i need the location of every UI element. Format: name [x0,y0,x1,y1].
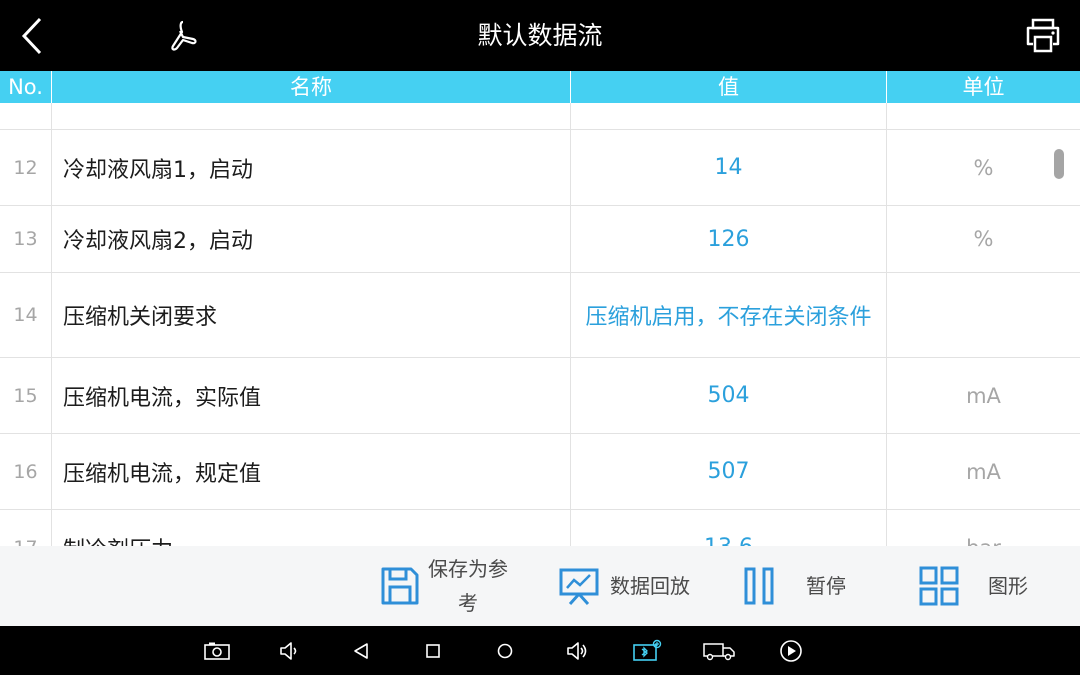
camera-icon [204,642,230,660]
row-number: 17 [0,510,51,547]
back-button[interactable] [8,0,56,71]
row-value: 504 [707,383,750,408]
row-unit: % [973,155,994,180]
row-name: 制冷剂压力 [63,510,563,547]
row-number: 13 [13,228,38,250]
back-triangle-icon [354,642,368,659]
data-replay-button[interactable]: 数据回放 [558,546,698,626]
row-value: 13.6 [571,510,886,546]
table-row[interactable]: 15 压缩机电流，实际值 504 mA [0,358,1080,434]
table-header: No. 名称 值 单位 [0,71,1080,103]
row-unit: % [973,227,994,251]
data-stream-table[interactable]: 12 冷却液风扇1，启动 14 % 13 冷却液风扇2，启动 126 % 14 … [0,103,1080,546]
row-name: 压缩机电流，实际值 [63,385,262,411]
volume-up-button[interactable] [560,626,594,675]
graph-label: 图形 [988,574,1028,598]
square-icon [426,643,440,658]
row-value: 14 [714,155,743,180]
row-unit [887,273,1080,357]
scrollbar-thumb[interactable] [1054,149,1064,179]
floppy-disk-icon [381,567,419,605]
top-bar: 默认数据流 [0,0,1080,71]
grid-icon [919,566,959,606]
circle-icon [497,643,513,658]
table-row[interactable]: 16 压缩机电流，规定值 507 mA [0,434,1080,510]
pdf-button[interactable] [158,0,208,71]
row-number: 16 [13,460,38,483]
save-reference-label: 保存为参考 [428,557,508,615]
row-value: 126 [707,226,750,252]
nav-recents-button[interactable] [416,626,450,675]
table-row[interactable]: 12 冷却液风扇1，启动 14 % [0,130,1080,206]
column-header-name: 名称 [290,75,332,99]
vci-connection-button[interactable] [630,626,664,675]
table-row[interactable]: 17 制冷剂压力 13.6 bar [0,510,1080,546]
chevron-left-icon [21,17,42,54]
bluetooth-vci-icon [633,639,662,661]
data-replay-label: 数据回放 [610,574,690,598]
row-number [0,103,51,129]
vehicle-button[interactable] [702,626,736,675]
pause-button[interactable]: 暂停 [742,546,862,626]
row-number: 12 [13,156,38,179]
system-navigation-bar [0,626,1080,675]
row-name: 冷却液风扇1，启动 [63,157,253,183]
volume-up-icon [567,641,587,660]
action-toolbar: 保存为参考 数据回放 暂停 图形 [0,546,1080,626]
row-unit [887,103,1080,129]
volume-down-icon [280,641,297,660]
table-row[interactable]: 14 压缩机关闭要求 压缩机启用，不存在关闭条件 [0,273,1080,358]
print-button[interactable] [1018,0,1068,71]
play-circle-icon [780,639,802,662]
row-value [571,103,886,129]
volume-down-button[interactable] [272,626,306,675]
screenshot-button[interactable] [200,626,234,675]
save-reference-button[interactable]: 保存为参考 [380,546,530,626]
row-value: 压缩机启用，不存在关闭条件 [585,305,872,330]
row-name: 压缩机电流，规定值 [63,461,262,487]
column-header-unit: 单位 [962,75,1005,99]
table-row[interactable] [0,103,1080,130]
pdf-icon [171,20,197,51]
row-name: 冷却液风扇2，启动 [63,229,253,254]
row-unit: bar [887,510,1080,547]
media-play-button[interactable] [774,626,808,675]
nav-back-button[interactable] [344,626,378,675]
column-header-value: 值 [718,75,739,99]
table-row[interactable]: 13 冷却液风扇2，启动 126 % [0,206,1080,273]
row-value: 507 [707,459,750,484]
row-number: 15 [13,384,38,407]
column-header-no: No. [8,75,43,99]
row-unit: mA [966,383,1001,408]
row-name [63,103,563,129]
pause-icon [744,567,774,605]
row-unit: mA [966,459,1001,484]
graph-button[interactable]: 图形 [918,546,1038,626]
row-number: 14 [13,304,38,326]
truck-icon [703,642,735,660]
printer-icon [1026,18,1060,52]
pause-label: 暂停 [806,574,846,598]
presentation-chart-icon [559,568,599,606]
nav-home-button[interactable] [488,626,522,675]
row-name: 压缩机关闭要求 [63,305,218,330]
